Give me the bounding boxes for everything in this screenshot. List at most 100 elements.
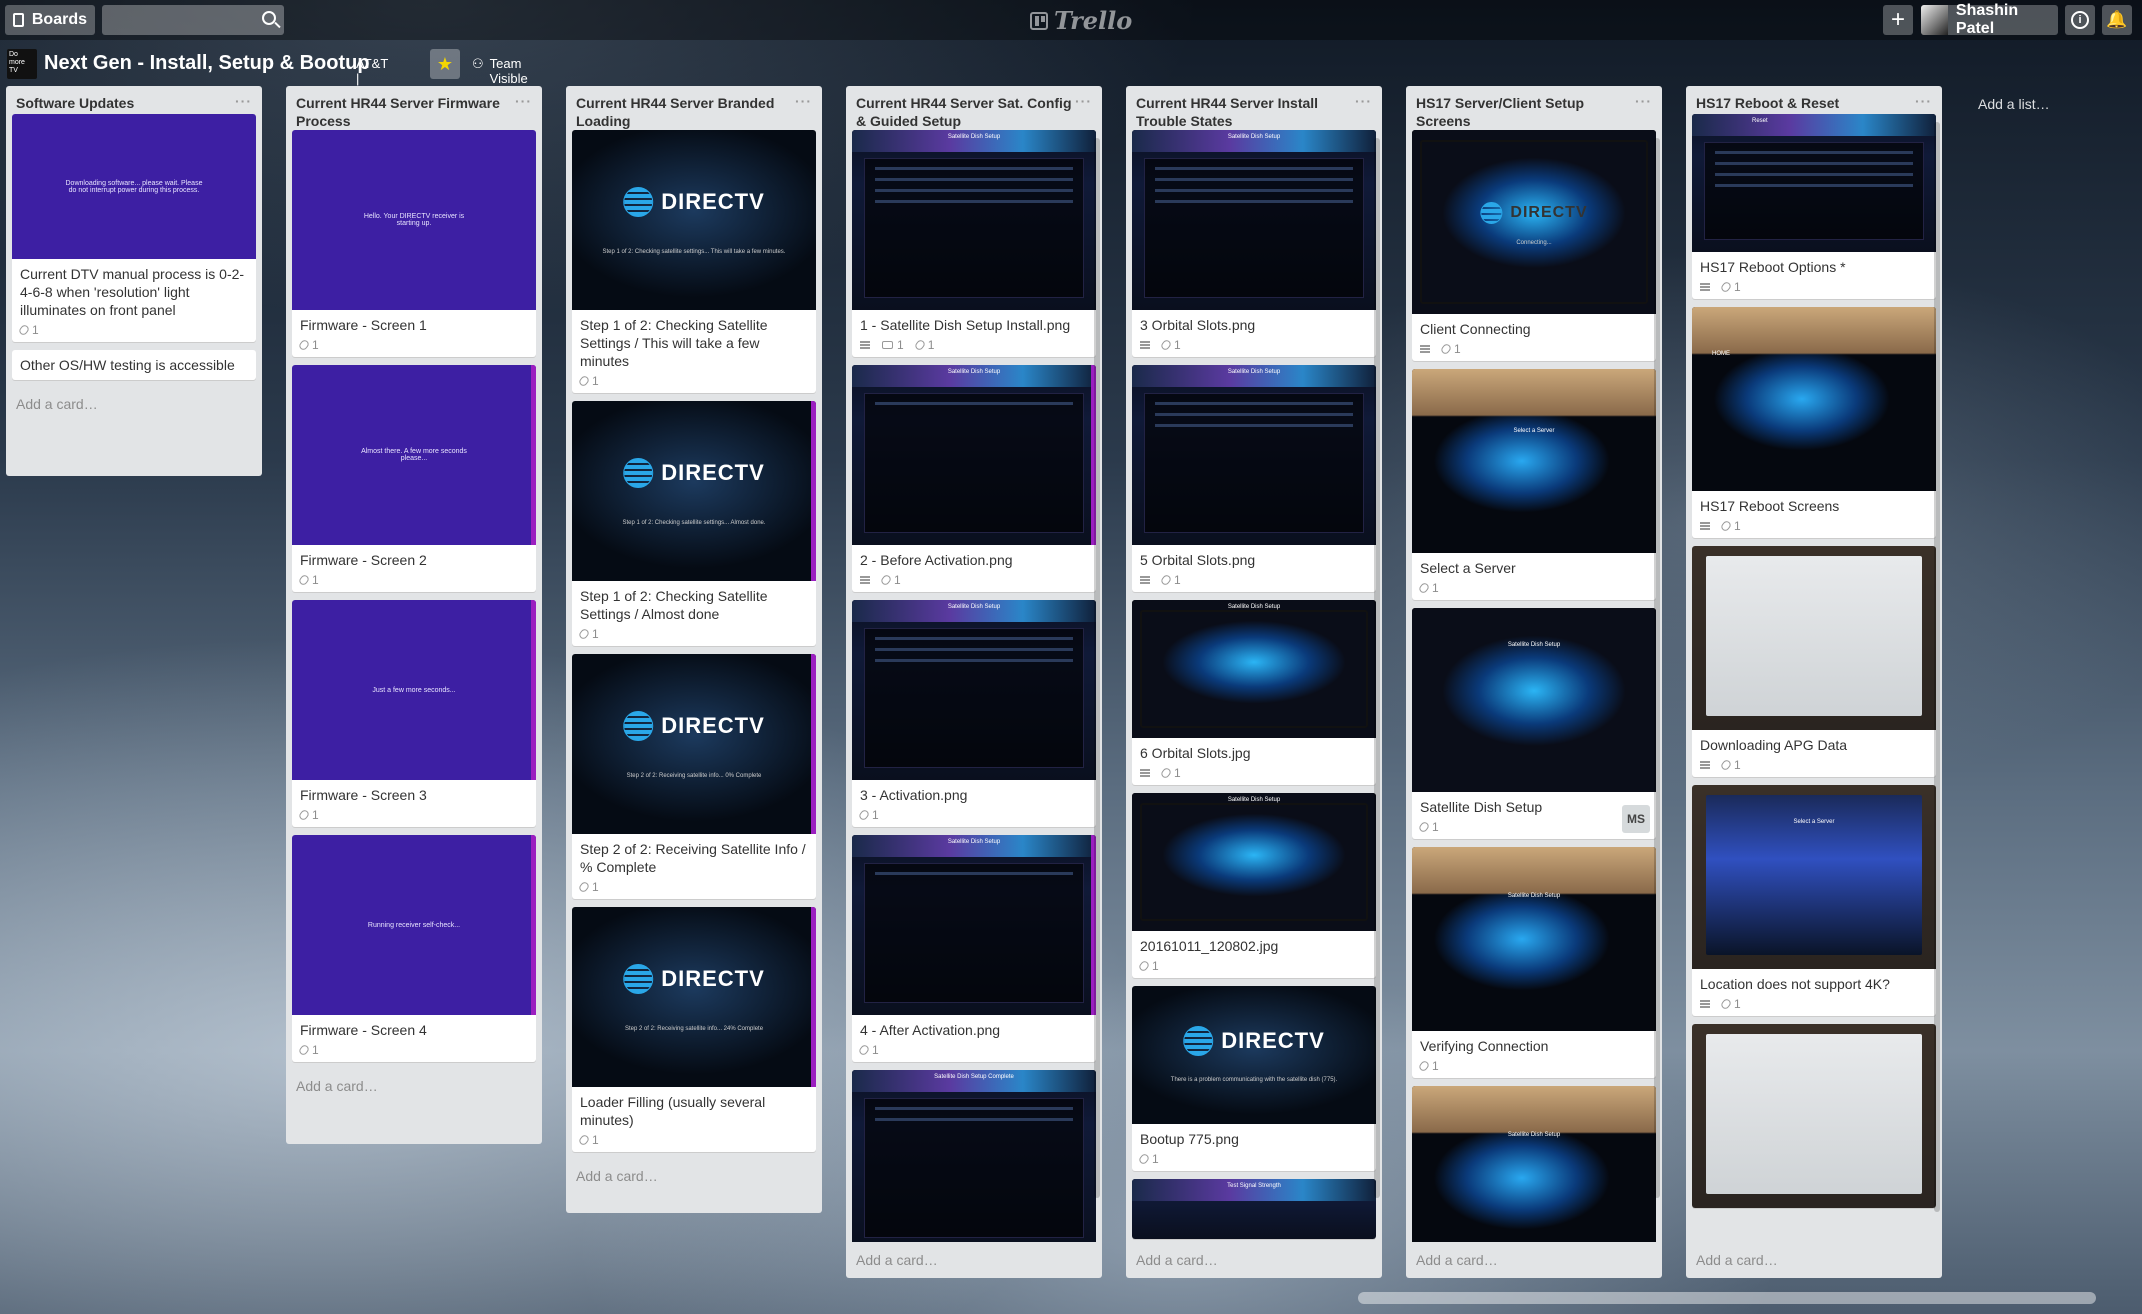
trello-logo-icon	[1030, 11, 1048, 30]
card-title: Current DTV manual process is 0-2-4-6-8 …	[20, 266, 245, 318]
list-title[interactable]: HS17 Reboot & Reset ···	[1692, 86, 1936, 114]
notifications-button[interactable]: 🔔	[2102, 5, 2132, 35]
board-visibility[interactable]: ⚇ Team Visible	[472, 56, 528, 86]
card[interactable]: DIRECTV Step 2 of 2: Receiving satellite …	[572, 654, 816, 899]
list-title[interactable]: Current HR44 Server Branded Loading ···	[572, 86, 816, 130]
card[interactable]: Almost there. A few more seconds please.…	[292, 365, 536, 592]
card[interactable]: Just a few more seconds... Firmware - Sc…	[292, 600, 536, 827]
card-member-avatar[interactable]: MS	[1622, 805, 1650, 833]
add-card-button[interactable]: Add a card…	[852, 1244, 942, 1278]
card-cover-image: DIRECTV Step 2 of 2: Receiving satellite …	[572, 907, 816, 1087]
attachment-icon	[297, 1043, 311, 1057]
list-title[interactable]: Software Updates ···	[12, 86, 256, 114]
card[interactable]: DIRECTV Step 2 of 2: Receiving satellite …	[572, 907, 816, 1152]
list-scrollbar[interactable]	[1094, 138, 1100, 1198]
card[interactable]: Satellite Dish Setup 5 Orbital Slots.png…	[1132, 365, 1376, 592]
card[interactable]: DIRECTV Connecting... Client Connecting 1	[1412, 130, 1656, 361]
card[interactable]: DIRECTV There is a problem communicating …	[1132, 986, 1376, 1171]
search-icon[interactable]	[262, 11, 276, 25]
board-horizontal-scrollbar[interactable]	[1358, 1292, 2096, 1304]
list-scrollbar[interactable]	[1374, 138, 1380, 1198]
attachment-icon	[577, 627, 591, 641]
add-card-button[interactable]: Add a card…	[1132, 1244, 1222, 1278]
card[interactable]: Select a Server Select a Server 1	[1412, 369, 1656, 600]
card[interactable]: Satellite Dish Setup 6 Orbital Slots.jpg…	[1132, 600, 1376, 785]
list-scrollbar[interactable]	[1934, 122, 1940, 1212]
search-input[interactable]	[102, 5, 284, 35]
card[interactable]: Reset HS17 Reboot Options * 1	[1692, 114, 1936, 299]
card[interactable]: Hello. Your DIRECTV receiver is starting…	[292, 130, 536, 357]
attachment-icon	[857, 808, 871, 822]
attachment-icon	[879, 573, 893, 587]
list-menu-icon[interactable]: ···	[1075, 92, 1092, 110]
add-list-button[interactable]: Add a list…	[1970, 86, 2142, 124]
list-hs17-setup: HS17 Server/Client Setup Screens ··· DIRE…	[1406, 86, 1662, 1278]
card-title: 4 - After Activation.png	[860, 1022, 1001, 1038]
card[interactable]: DIRECTV Step 1 of 2: Checking satellite s…	[572, 401, 816, 646]
card[interactable]: Downloading software... please wait. Ple…	[12, 114, 256, 342]
list-cards-scroll[interactable]: DIRECTV Connecting... Client Connecting 1…	[1412, 130, 1656, 1242]
list-cards-scroll[interactable]: Satellite Dish Setup 1 - Satellite Dish …	[852, 130, 1096, 1242]
list-menu-icon[interactable]: ···	[1915, 92, 1932, 110]
star-icon[interactable]: ★	[430, 49, 460, 79]
info-button[interactable]: i	[2065, 5, 2095, 35]
list-menu-icon[interactable]: ···	[1635, 92, 1652, 110]
card-title: Satellite Dish Setup	[1420, 799, 1543, 815]
card-title: HS17 Reboot Options *	[1700, 259, 1846, 275]
att-globe-icon	[1480, 201, 1503, 224]
card[interactable]: Satellite Dish Setup 3 Orbital Slots.png…	[1132, 130, 1376, 357]
list-title[interactable]: Current HR44 Server Sat. Config & Guided…	[852, 86, 1096, 130]
trello-logo[interactable]: Trello	[1030, 6, 1132, 35]
attachment-icon	[1417, 820, 1431, 834]
card[interactable]: DIRECTV Step 1 of 2: Checking satellite s…	[572, 130, 816, 393]
card[interactable]: Running receiver self-check... Firmware …	[292, 835, 536, 1062]
create-button[interactable]: +	[1883, 5, 1913, 35]
card-cover-image: DIRECTV Step 1 of 2: Checking satellite s…	[572, 130, 816, 310]
add-card-button[interactable]: Add a card…	[1692, 1244, 1782, 1278]
list-menu-icon[interactable]: ···	[235, 92, 252, 110]
add-card-button[interactable]: Add a card…	[572, 1160, 816, 1194]
card[interactable]: Other OS/HW testing is accessible	[12, 350, 256, 380]
card[interactable]: Select a Server Location does not suppor…	[1692, 785, 1936, 1016]
card[interactable]: Satellite Dish Setup	[1412, 1086, 1656, 1242]
board-logo[interactable]: Do more TV	[7, 49, 37, 79]
card[interactable]: Satellite Dish Setup Satellite Dish Setu…	[1412, 608, 1656, 839]
card[interactable]: HOME HS17 Reboot Screens 1	[1692, 307, 1936, 538]
add-card-button[interactable]: Add a card…	[12, 388, 256, 422]
list-title[interactable]: HS17 Server/Client Setup Screens ···	[1412, 86, 1656, 130]
list-menu-icon[interactable]: ···	[795, 92, 812, 110]
list-title[interactable]: Current HR44 Server Firmware Process ···	[292, 86, 536, 130]
add-card-button[interactable]: Add a card…	[292, 1070, 536, 1104]
list-menu-icon[interactable]: ···	[515, 92, 532, 110]
list-cards-scroll[interactable]: Reset HS17 Reboot Options * 1 HOME HS17 …	[1692, 114, 1936, 1242]
board-title[interactable]: Next Gen - Install, Setup & Bootup	[44, 52, 370, 75]
card-cover-image	[1692, 546, 1936, 730]
list-menu-icon[interactable]: ···	[1355, 92, 1372, 110]
card[interactable]: Test Signal Strength	[1132, 1179, 1376, 1239]
card[interactable]	[1692, 1024, 1936, 1208]
card[interactable]: Satellite Dish Setup Verifying Connectio…	[1412, 847, 1656, 1078]
card[interactable]: Satellite Dish Setup 2 - Before Activati…	[852, 365, 1096, 592]
attachment-icon	[1417, 1059, 1431, 1073]
card[interactable]: Satellite Dish Setup Complete	[852, 1070, 1096, 1242]
description-icon	[1700, 761, 1710, 769]
list-scrollbar[interactable]	[1654, 138, 1660, 1198]
card-title: Bootup 775.png	[1140, 1131, 1239, 1147]
card[interactable]: Satellite Dish Setup 4 - After Activatio…	[852, 835, 1096, 1062]
description-icon	[860, 576, 870, 584]
list-cards-scroll[interactable]: Satellite Dish Setup 3 Orbital Slots.png…	[1132, 130, 1376, 1242]
att-globe-icon	[623, 458, 654, 488]
attachment-icon	[1159, 338, 1173, 352]
list-title[interactable]: Current HR44 Server Install Trouble Stat…	[1132, 86, 1376, 130]
card-title: Downloading APG Data	[1700, 737, 1848, 753]
attachment-icon	[1719, 280, 1733, 294]
card[interactable]: Downloading APG Data 1	[1692, 546, 1936, 777]
user-menu-button[interactable]: Shashin Patel	[1921, 2, 2058, 37]
card[interactable]: Satellite Dish Setup 1 - Satellite Dish …	[852, 130, 1096, 357]
card-cover-image: Select a Server	[1412, 369, 1656, 553]
add-card-button[interactable]: Add a card…	[1412, 1244, 1502, 1278]
attachment-icon	[1719, 519, 1733, 533]
card[interactable]: Satellite Dish Setup 3 - Activation.png …	[852, 600, 1096, 827]
boards-button[interactable]: Boards	[5, 5, 95, 35]
card[interactable]: Satellite Dish Setup 20161011_120802.jpg…	[1132, 793, 1376, 978]
